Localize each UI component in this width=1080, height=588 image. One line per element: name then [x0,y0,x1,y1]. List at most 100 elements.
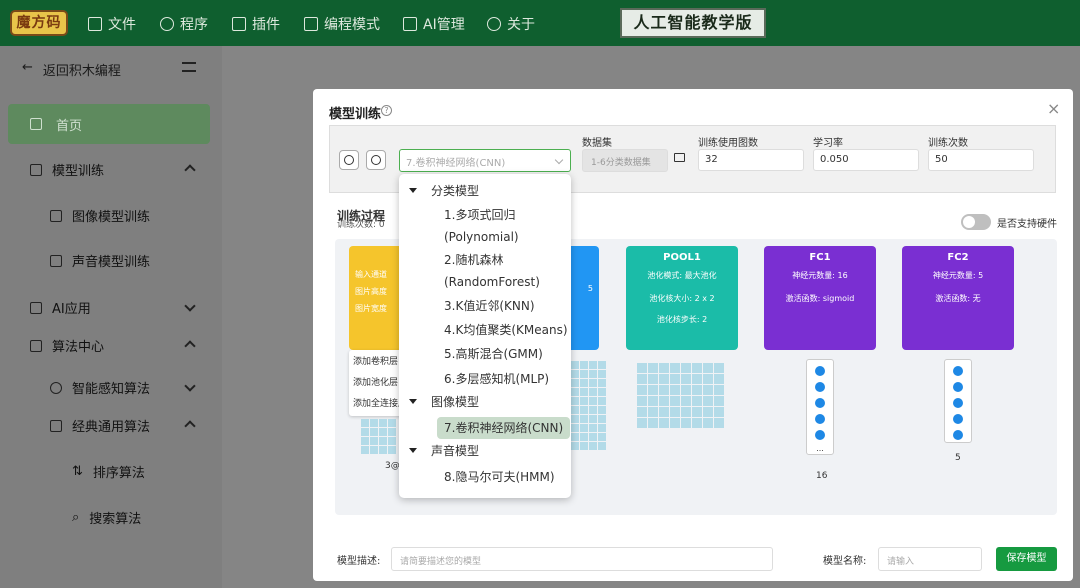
feature-map-cell [580,406,588,414]
fc1-count-label: 16 [816,471,828,481]
training-icon [30,163,42,176]
feature-map-cell [659,396,669,406]
sidebar-item-search[interactable]: ⌕ 搜索算法 [72,508,141,527]
fc2-card-line: 激活函数: 无 [935,294,981,303]
feature-map-cell [370,419,378,427]
save-model-button[interactable]: 保存模型 [996,547,1057,571]
option-mlp[interactable]: 6.多层感知机(MLP) [444,368,549,390]
sidebar-item-sort[interactable]: ⇅ 排序算法 [72,462,145,481]
feature-map-cell [571,415,579,423]
info-icon [487,17,501,31]
feature-map-cell [648,396,658,406]
collapse-menu-icon[interactable] [182,62,196,72]
back-to-blocks-link[interactable]: ← 返回积木编程 [22,60,121,79]
option-knn[interactable]: 3.K值近邻(KNN) [444,295,535,317]
feature-map-cell [637,407,647,417]
feature-map-cell [637,374,647,384]
group-image[interactable]: 图像模型 [409,393,479,410]
menu-plugin[interactable]: 插件 [232,14,280,34]
feature-map-cell [571,397,579,405]
option-hmm[interactable]: 8.隐马尔可夫(HMM) [444,466,555,488]
fc2-card-line: 神经元数量: 5 [932,271,984,280]
sidebar-item-model-training[interactable]: 模型训练 [30,160,104,179]
folder-icon[interactable] [674,153,685,162]
feature-map-cell [589,424,597,432]
menu-program[interactable]: 程序 [160,14,208,34]
feature-map-cell [571,406,579,414]
pool-card-title: POOL1 [663,252,701,263]
model-select[interactable]: 7.卷积神经网络(CNN) [399,149,571,172]
menu-ai-manage[interactable]: AI管理 [403,14,465,34]
feature-map-cell [714,385,724,395]
option-kmeans[interactable]: 4.K均值聚类(KMeans) [444,319,568,341]
feature-map-cell [388,437,396,445]
feature-map-cell [580,388,588,396]
epochs-input[interactable]: 50 [928,149,1034,171]
image-count-input[interactable]: 32 [698,149,804,171]
start-training-button[interactable] [339,150,359,170]
option-random-forest[interactable]: 2.随机森林 [444,249,503,271]
feature-map-cell [388,428,396,436]
feature-map-cell [692,385,702,395]
close-icon[interactable]: × [1047,99,1060,118]
feature-map-cell [598,388,606,396]
sidebar-item-algorithm-center[interactable]: 算法中心 [30,336,104,355]
play-circle-icon [50,381,62,394]
chevron-up-icon [184,340,196,352]
sidebar-item-home[interactable]: 首页 [8,104,210,144]
feature-map-cell [670,374,680,384]
add-pool-layer-item[interactable]: 添加池化层 [349,371,405,392]
group-sound[interactable]: 声音模型 [409,442,479,459]
feature-map-cell [589,406,597,414]
option-gmm[interactable]: 5.高斯混合(GMM) [444,343,543,365]
hardware-toggle[interactable] [961,214,991,230]
learning-rate-input[interactable]: 0.050 [813,149,919,171]
add-conv-layer-item[interactable]: 添加卷积层 [349,350,405,371]
feature-map-cell [692,363,702,373]
chevron-down-icon [184,380,196,392]
option-random-forest-en[interactable]: (RandomForest) [444,271,540,293]
feature-map-cell [703,396,713,406]
add-fc-layer-item[interactable]: 添加全连接层 [349,392,405,413]
feature-map-cell [648,407,658,417]
option-polynomial[interactable]: 1.多项式回归 [444,204,515,226]
play-icon [344,155,354,165]
model-name-input[interactable]: 请输入 [878,547,982,571]
feature-map-cell [681,385,691,395]
sidebar: ← 返回积木编程 首页 模型训练 图像模型训练 声音模型训练 AI应用 算法中心 … [0,46,222,588]
fc1-card-line: 激活函数: sigmoid [785,294,855,303]
chevron-down-icon [184,300,196,312]
group-classification[interactable]: 分类模型 [409,182,479,199]
fc1-ellipsis: ... [816,444,824,453]
feature-map-cell [580,442,588,450]
menu-programming-mode[interactable]: 编程模式 [304,14,380,34]
training-count-text: 训练次数: 0 [337,220,385,230]
feature-map-cell [714,374,724,384]
pool-layer-card[interactable]: POOL1 池化模式: 最大池化 池化核大小: 2 x 2 池化核步长: 2 [626,246,738,350]
sidebar-item-sound-training[interactable]: 声音模型训练 [50,251,150,270]
pool-card-line: 池化模式: 最大池化 [647,271,717,280]
hardware-toggle-label: 是否支持硬件 [997,219,1057,230]
menu-about[interactable]: 关于 [487,14,535,34]
chevron-down-icon [554,155,564,165]
option-polynomial-en[interactable]: (Polynomial) [444,226,519,248]
sidebar-item-classic-algorithms[interactable]: 经典通用算法 [50,416,150,435]
fc1-layer-card[interactable]: FC1 神经元数量: 16 激活函数: sigmoid [764,246,876,350]
sidebar-item-smart-perception[interactable]: 智能感知算法 [50,378,150,397]
dataset-field[interactable]: 1-6分类数据集 [582,149,668,172]
caret-down-icon [409,188,417,193]
help-icon[interactable]: ? [381,105,392,116]
feature-map-cell [637,396,647,406]
feature-map-cell [692,407,702,417]
option-cnn[interactable]: 7.卷积神经网络(CNN) [437,417,571,439]
sidebar-item-image-training[interactable]: 图像模型训练 [50,206,150,225]
pause-training-button[interactable] [366,150,386,170]
fc2-count-label: 5 [955,453,961,463]
feature-map-cell [571,442,579,450]
menu-file[interactable]: 文件 [88,14,136,34]
fc2-layer-card[interactable]: FC2 神经元数量: 5 激活函数: 无 [902,246,1014,350]
learning-rate-label: 学习率 [813,138,843,149]
feature-map-cell [589,433,597,441]
model-desc-input[interactable]: 请简要描述您的模型 [391,547,773,571]
sidebar-item-ai-apps[interactable]: AI应用 [30,298,91,317]
